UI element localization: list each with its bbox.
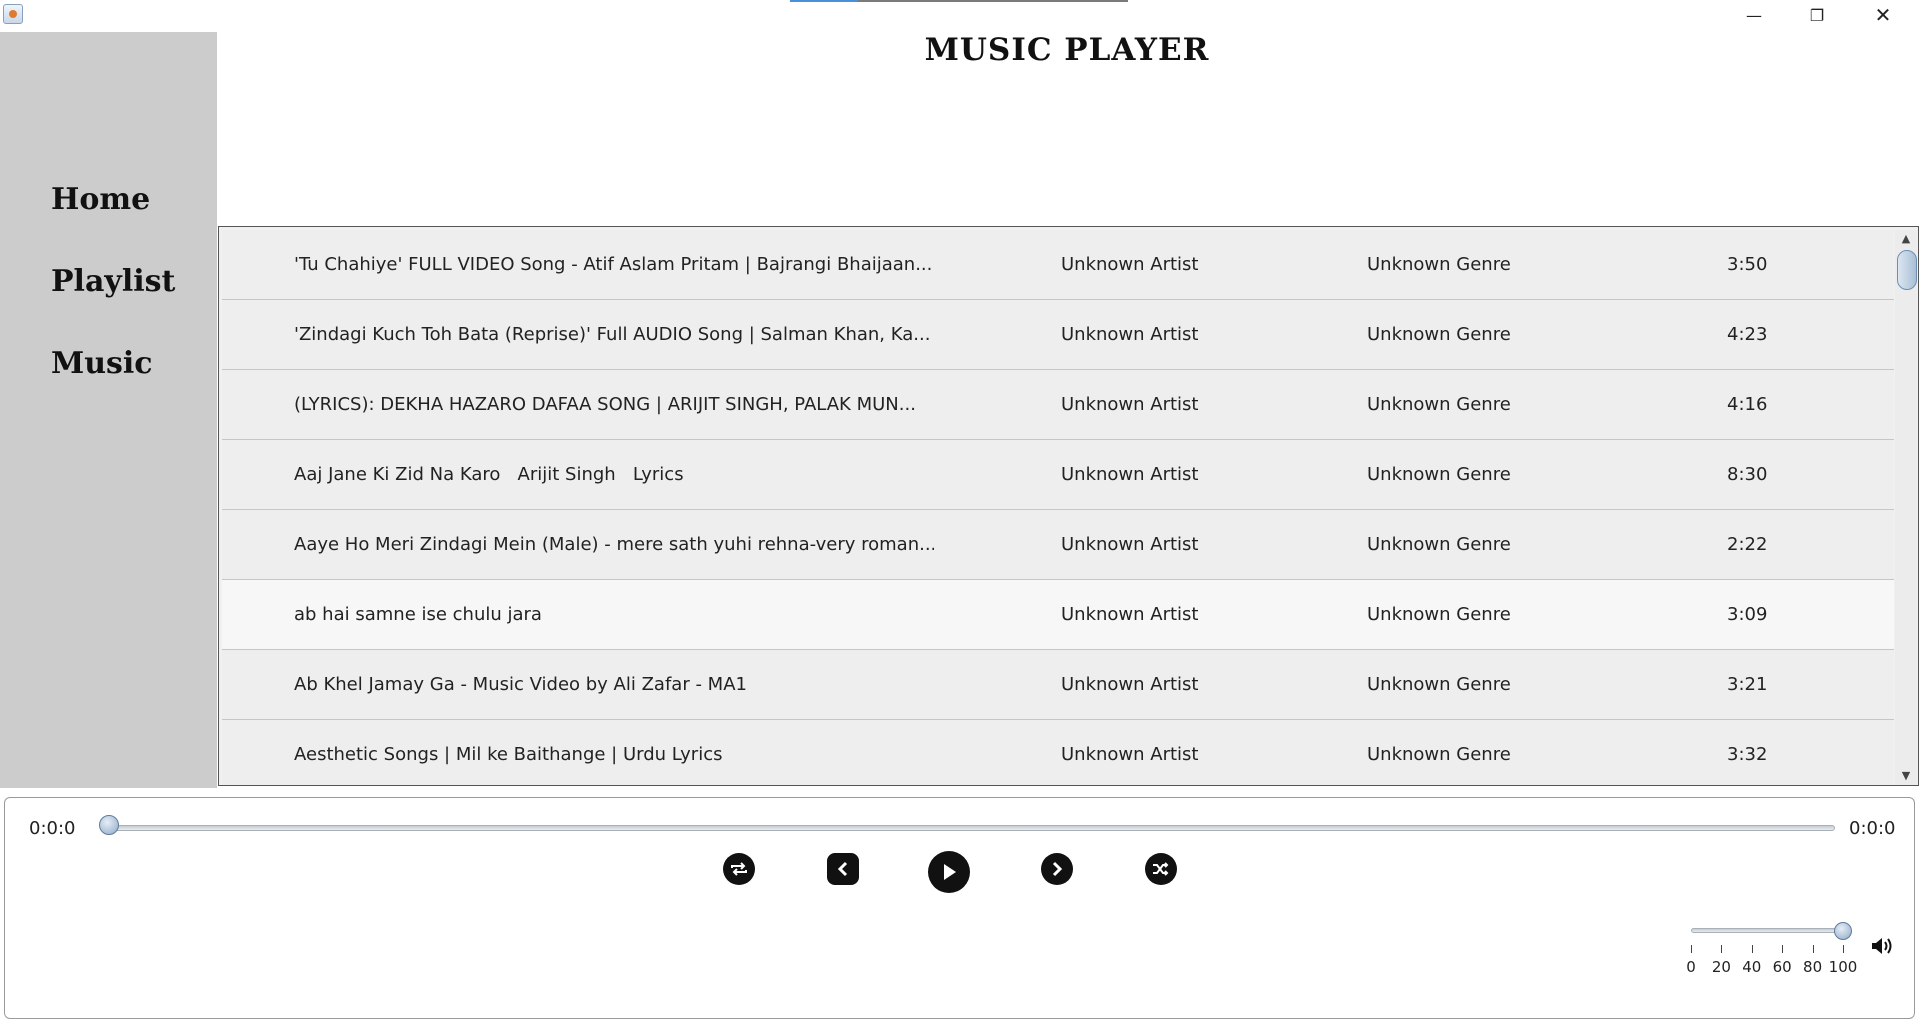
play-button[interactable] [928, 851, 970, 893]
volume-slider[interactable] [1691, 928, 1843, 933]
volume-tick [1691, 945, 1692, 953]
table-row[interactable]: (LYRICS): DEKHA HAZARO DAFAA SONG | ARIJ… [222, 370, 1894, 440]
song-duration: 4:16 [1727, 394, 1768, 415]
table-row[interactable]: Aesthetic Songs | Mil ke Baithange | Urd… [222, 720, 1894, 785]
scroll-down-arrow-icon[interactable]: ▼ [1899, 769, 1913, 783]
song-title: Aaye Ho Meri Zindagi Mein (Male) - mere … [294, 534, 934, 555]
scroll-up-arrow-icon[interactable]: ▲ [1899, 232, 1913, 246]
song-title: Aaj Jane Ki Zid Na Karo Arijit Singh Lyr… [294, 464, 684, 485]
song-duration: 2:22 [1727, 534, 1768, 555]
song-genre: Unknown Genre [1367, 464, 1511, 485]
table-row[interactable]: 'Tu Chahiye' FULL VIDEO Song - Atif Asla… [222, 230, 1894, 300]
next-button[interactable] [1041, 853, 1073, 885]
song-title: 'Tu Chahiye' FULL VIDEO Song - Atif Asla… [294, 254, 933, 275]
song-duration: 3:09 [1727, 604, 1768, 625]
total-time: 0:0:0 [1849, 818, 1896, 839]
shuffle-icon [1153, 862, 1169, 876]
table-row-selected[interactable]: ab hai samne ise chulu jara Unknown Arti… [222, 580, 1894, 650]
song-genre: Unknown Genre [1367, 324, 1511, 345]
close-button[interactable]: ✕ [1852, 0, 1914, 30]
seek-bar[interactable] [101, 825, 1835, 831]
minimize-button[interactable]: — [1723, 0, 1785, 30]
volume-tick-label: 100 [1828, 958, 1858, 976]
window-title-bar: — ❐ ✕ [0, 0, 1919, 32]
current-time: 0:0:0 [29, 818, 76, 839]
sidebar: Home Playlist Music [0, 32, 217, 788]
repeat-button[interactable] [723, 853, 755, 885]
vertical-scrollbar[interactable]: ▲ ▼ [1895, 230, 1917, 785]
scrollbar-thumb[interactable] [1897, 250, 1917, 290]
volume-tick-label: 0 [1686, 958, 1696, 976]
song-duration: 3:21 [1727, 674, 1768, 695]
song-duration: 3:32 [1727, 744, 1768, 765]
table-row[interactable]: Aaj Jane Ki Zid Na Karo Arijit Singh Lyr… [222, 440, 1894, 510]
previous-button[interactable] [827, 853, 859, 885]
sidebar-item-home[interactable]: Home [51, 182, 150, 217]
volume-tick-label: 60 [1772, 958, 1792, 976]
shuffle-button[interactable] [1145, 853, 1177, 885]
volume-tick [1843, 945, 1844, 953]
table-row[interactable]: 'Zindagi Kuch Toh Bata (Reprise)' Full A… [222, 300, 1894, 370]
song-title: (LYRICS): DEKHA HAZARO DAFAA SONG | ARIJ… [294, 394, 916, 415]
sidebar-item-playlist[interactable]: Playlist [51, 264, 175, 299]
song-title: 'Zindagi Kuch Toh Bata (Reprise)' Full A… [294, 324, 931, 345]
volume-thumb[interactable] [1834, 922, 1852, 940]
next-icon [1052, 861, 1063, 877]
song-genre: Unknown Genre [1367, 254, 1511, 275]
page-title: MUSIC PLAYER [924, 32, 1210, 68]
volume-tick [1721, 945, 1723, 953]
volume-tick [1751, 945, 1753, 953]
song-artist: Unknown Artist [1061, 674, 1199, 695]
speaker-icon[interactable] [1870, 936, 1894, 956]
java-app-icon [3, 4, 23, 24]
song-artist: Unknown Artist [1061, 324, 1199, 345]
repeat-icon [731, 862, 747, 876]
song-genre: Unknown Genre [1367, 604, 1511, 625]
volume-tick-label: 20 [1711, 958, 1731, 976]
song-genre: Unknown Genre [1367, 744, 1511, 765]
song-title: Aesthetic Songs | Mil ke Baithange | Urd… [294, 744, 723, 765]
song-table-rows: 'Tu Chahiye' FULL VIDEO Song - Atif Asla… [222, 230, 1894, 785]
volume-tick [1812, 945, 1814, 953]
previous-icon [837, 861, 848, 877]
song-artist: Unknown Artist [1061, 254, 1199, 275]
player-panel: 0:0:0 0:0:0 0 20 40 60 80 100 [4, 797, 1915, 1019]
volume-tick-label: 40 [1742, 958, 1762, 976]
song-duration: 3:50 [1727, 254, 1768, 275]
table-row[interactable]: Ab Khel Jamay Ga - Music Video by Ali Za… [222, 650, 1894, 720]
volume-tick-label: 80 [1803, 958, 1823, 976]
song-duration: 8:30 [1727, 464, 1768, 485]
maximize-button[interactable]: ❐ [1786, 0, 1848, 30]
title-bar-indicator [790, 0, 1128, 2]
song-artist: Unknown Artist [1061, 394, 1199, 415]
song-artist: Unknown Artist [1061, 464, 1199, 485]
song-artist: Unknown Artist [1061, 534, 1199, 555]
play-icon [944, 864, 956, 880]
song-genre: Unknown Genre [1367, 394, 1511, 415]
volume-tick [1782, 945, 1784, 953]
song-title: Ab Khel Jamay Ga - Music Video by Ali Za… [294, 674, 747, 695]
song-genre: Unknown Genre [1367, 534, 1511, 555]
seek-thumb[interactable] [99, 815, 119, 835]
song-artist: Unknown Artist [1061, 604, 1199, 625]
table-row[interactable]: Aaye Ho Meri Zindagi Mein (Male) - mere … [222, 510, 1894, 580]
song-title: ab hai samne ise chulu jara [294, 604, 542, 625]
song-artist: Unknown Artist [1061, 744, 1199, 765]
song-genre: Unknown Genre [1367, 674, 1511, 695]
sidebar-item-music[interactable]: Music [51, 346, 153, 381]
song-table: 'Tu Chahiye' FULL VIDEO Song - Atif Asla… [218, 226, 1919, 786]
song-duration: 4:23 [1727, 324, 1768, 345]
